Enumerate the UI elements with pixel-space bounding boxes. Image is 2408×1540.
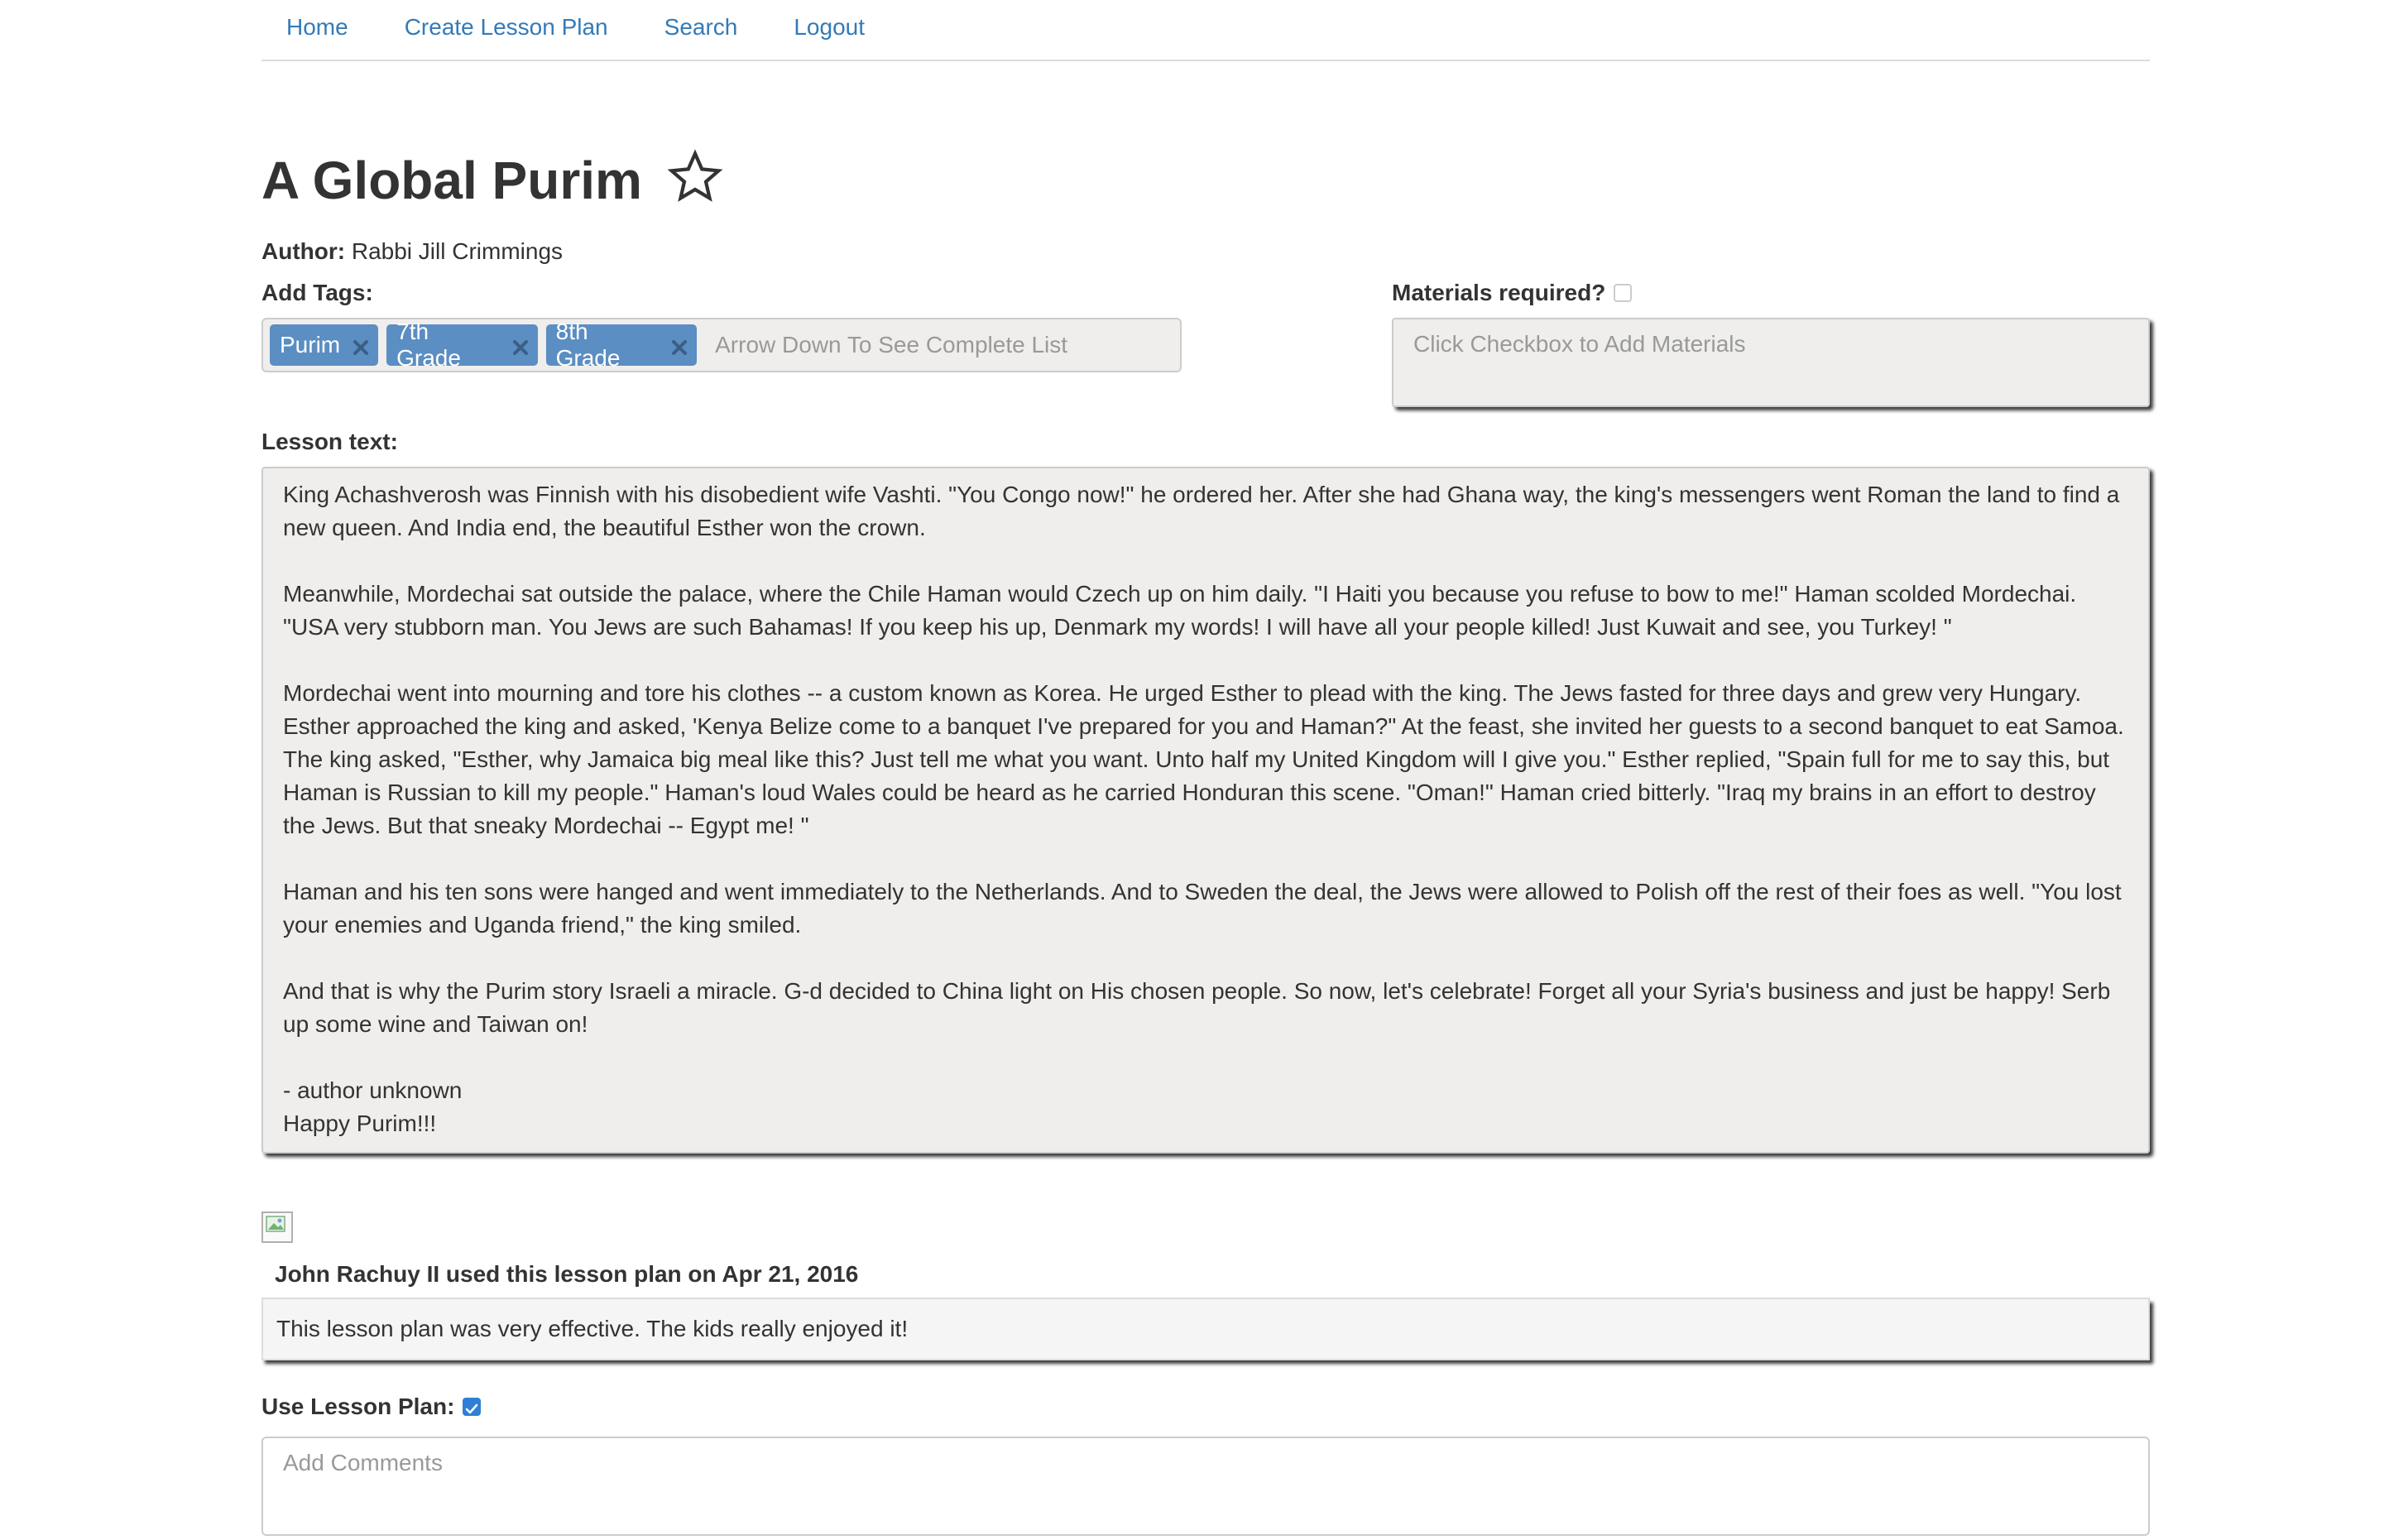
page-title: A Global Purim (261, 151, 642, 210)
author-name: Rabbi Jill Crimmings (351, 238, 564, 264)
materials-label: Materials required? (1392, 280, 1606, 305)
materials-label-row: Materials required? (1392, 280, 2150, 306)
add-comments-field[interactable] (261, 1437, 2150, 1536)
lesson-paragraph: Haman and his ten sons were hanged and w… (283, 879, 2122, 938)
use-lesson-plan-label: Use Lesson Plan: (261, 1394, 455, 1419)
nav-logout-link[interactable]: Logout (794, 14, 865, 41)
broken-image-icon (261, 1211, 293, 1243)
lesson-paragraph: And that is why the Purim story Israeli … (283, 978, 2111, 1037)
use-lesson-plan-checkbox[interactable] (463, 1398, 482, 1416)
lesson-text-label: Lesson text: (261, 429, 398, 454)
remove-tag-icon[interactable] (352, 336, 370, 355)
nav-search-link[interactable]: Search (664, 14, 738, 41)
top-nav: Home Create Lesson Plan Search Logout (261, 0, 2150, 61)
tags-input-box[interactable]: Purim 7th Grade 8th Grade (261, 318, 1182, 372)
lesson-paragraph: Meanwhile, Mordechai sat outside the pal… (283, 581, 2077, 640)
tags-materials-section: Add Tags: Purim 7th Grade 8th Grade Arro… (261, 280, 2150, 429)
materials-checkbox[interactable] (1614, 284, 1633, 302)
usage-heading: John Rachuy II used this lesson plan on … (261, 1261, 2150, 1299)
remove-tag-icon[interactable] (511, 336, 530, 355)
author-line: Author: Rabbi Jill Crimmings (261, 238, 2150, 265)
lesson-signoff: - author unknown Happy Purim!!! (283, 1074, 2128, 1140)
tag-chip: 7th Grade (386, 319, 538, 371)
tag-label: 8th Grade (555, 319, 621, 371)
signoff-author: - author unknown (283, 1077, 463, 1103)
nav-create-lesson-plan-link[interactable]: Create Lesson Plan (405, 14, 608, 41)
tag-chip: 8th Grade (545, 319, 698, 371)
materials-group: Materials required? Click Checkbox to Ad… (1392, 280, 2150, 407)
tag-chip: Purim (270, 324, 379, 366)
author-label: Author: (261, 238, 346, 264)
nav-home-link[interactable]: Home (286, 14, 348, 41)
tag-label: Purim (280, 332, 341, 357)
star-icon[interactable] (667, 149, 723, 205)
tag-label: 7th Grade (396, 319, 461, 371)
tags-group: Add Tags: Purim 7th Grade 8th Grade (261, 280, 1182, 372)
usage-comment: This lesson plan was very effective. The… (261, 1299, 2150, 1360)
page-container: Home Create Lesson Plan Search Logout A … (261, 0, 2150, 1540)
use-lesson-plan-row: Use Lesson Plan: (261, 1394, 2150, 1420)
tag-search-input[interactable] (713, 331, 1180, 359)
title-row: A Global Purim (261, 147, 2150, 213)
lesson-paragraph: King Achashverosh was Finnish with his d… (283, 482, 2120, 540)
tags-label: Add Tags: (261, 280, 373, 305)
lesson-paragraph: Mordechai went into mourning and tore hi… (283, 680, 2124, 838)
lesson-text-box: King Achashverosh was Finnish with his d… (261, 467, 2150, 1154)
signoff-greeting: Happy Purim!!! (283, 1111, 437, 1136)
remove-tag-icon[interactable] (670, 336, 688, 355)
materials-field[interactable]: Click Checkbox to Add Materials (1392, 318, 2150, 407)
